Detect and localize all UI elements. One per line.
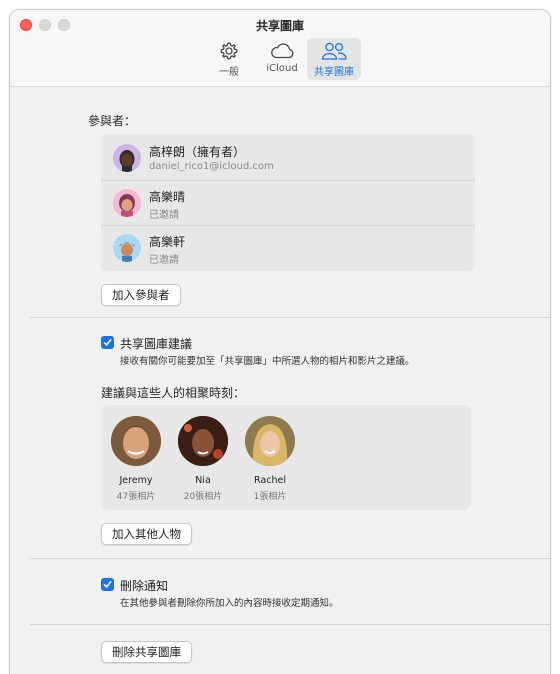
- suggestions-checkbox[interactable]: [101, 336, 114, 349]
- people-icon: [320, 40, 348, 62]
- tab-shared-library-label: 共享圖庫: [314, 67, 354, 78]
- avatar: [113, 144, 141, 172]
- tab-shared-library[interactable]: 共享圖庫: [307, 38, 361, 80]
- suggested-people-panel: Jeremy 47張相片 Nia 20張相片 Rachel 1張相片: [101, 405, 471, 510]
- suggestions-description: 接收有關你可能要加至「共享圖庫」中所選人物的相片和影片之建議。: [120, 356, 415, 367]
- participant-name: 高樂軒: [149, 235, 186, 249]
- participant-row[interactable]: 高樂晴 已邀請: [101, 181, 475, 225]
- person-photo-count: 20張相片: [183, 492, 223, 502]
- participant-status: 已邀請: [149, 210, 179, 221]
- person-name: Nia: [195, 475, 211, 486]
- participant-row[interactable]: 高樂軒 已邀請: [101, 226, 475, 270]
- tab-icloud-label: iCloud: [266, 63, 298, 74]
- participant-name: 高樂晴: [149, 190, 186, 204]
- participant-status: 已邀請: [149, 255, 179, 266]
- person-photo: [178, 416, 228, 466]
- participants-heading: 參與者：: [88, 114, 137, 128]
- person-photo: [111, 416, 161, 466]
- checkmark-icon: [103, 581, 112, 588]
- avatar: [113, 189, 141, 217]
- person-name: Jeremy: [119, 475, 153, 486]
- gear-icon: [219, 40, 239, 62]
- person-photo-count: 47張相片: [116, 492, 156, 502]
- person-card[interactable]: Rachel 1張相片: [238, 416, 302, 502]
- settings-content: 參與者： 高梓朗（擁有者） daniel_rico1@icloud.com 高樂…: [10, 87, 550, 674]
- person-name: Rachel: [254, 475, 286, 486]
- add-participant-button[interactable]: 加入參與者: [101, 284, 181, 306]
- toolbar: 共享圖庫 一般 iCloud 共享圖庫: [10, 10, 550, 87]
- add-other-people-button[interactable]: 加入其他人物: [101, 523, 192, 545]
- suggestions-label: 共享圖庫建議: [120, 337, 193, 351]
- delete-shared-library-button[interactable]: 刪除共享圖庫: [101, 641, 192, 663]
- avatar: [113, 234, 141, 262]
- tab-general[interactable]: 一般: [211, 38, 247, 80]
- tab-general-label: 一般: [219, 67, 239, 78]
- participant-row[interactable]: 高梓朗（擁有者） daniel_rico1@icloud.com: [101, 136, 475, 180]
- divider: [30, 624, 550, 625]
- divider: [30, 317, 550, 318]
- divider: [30, 558, 550, 559]
- person-photo-count: 1張相片: [253, 492, 287, 502]
- deletion-notify-description: 在其他參與者刪除你所加入的內容時接收定期通知。: [120, 598, 339, 609]
- deletion-notify-checkbox[interactable]: [101, 578, 114, 591]
- person-photo: [245, 416, 295, 466]
- checkmark-icon: [103, 339, 112, 346]
- participants-list: 高梓朗（擁有者） daniel_rico1@icloud.com 高樂晴 已邀請: [101, 134, 475, 271]
- window-title: 共享圖庫: [255, 19, 304, 33]
- participant-name: 高梓朗（擁有者）: [149, 145, 246, 159]
- person-card[interactable]: Nia 20張相片: [171, 416, 235, 502]
- participant-email: daniel_rico1@icloud.com: [149, 161, 274, 172]
- person-card[interactable]: Jeremy 47張相片: [104, 416, 168, 502]
- tab-icloud[interactable]: iCloud: [261, 38, 303, 80]
- settings-window: 共享圖庫 一般 iCloud 共享圖庫 參與者： 高梓朗（擁有者） daniel…: [9, 9, 551, 674]
- deletion-notify-label: 刪除通知: [120, 579, 169, 593]
- moments-heading: 建議與這些人的相聚時刻：: [101, 386, 246, 400]
- cloud-icon: [269, 40, 295, 62]
